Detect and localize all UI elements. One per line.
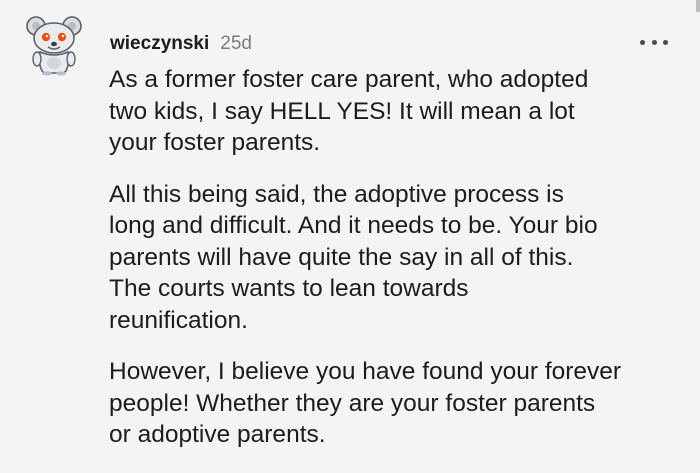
comment-paragraph: As a former foster care parent, who adop… <box>109 64 684 159</box>
more-dot <box>663 39 668 45</box>
snoo-avatar-icon[interactable] <box>22 12 86 76</box>
comment-line: or adoptive parents. <box>109 421 326 448</box>
comment-body: As a former foster care parent, who adop… <box>109 64 684 471</box>
comment-line: However, I believe you have found your f… <box>109 358 622 385</box>
comment: wieczynski 25d As a former foster care p… <box>0 0 700 473</box>
comment-line: your foster parents. <box>109 129 321 156</box>
comment-author[interactable]: wieczynski <box>110 33 209 55</box>
comment-line: long and difficult. And it needs to be. … <box>109 212 598 239</box>
comment-paragraph: All this being said, the adoptive proces… <box>109 179 684 337</box>
more-dot <box>640 39 645 45</box>
more-dot <box>651 39 657 45</box>
more-options-icon[interactable] <box>640 34 668 50</box>
comment-line: The courts wants to lean towards <box>109 275 469 302</box>
comment-line: As a former foster care parent, who adop… <box>109 66 589 93</box>
comment-line: people! Whether they are your foster par… <box>109 389 596 417</box>
comment-line: parents will have quite the say in all o… <box>109 243 574 271</box>
comment-paragraph: However, I believe you have found your f… <box>109 356 684 451</box>
comment-timestamp: 25d <box>220 33 252 54</box>
scrollbar-thumb[interactable] <box>696 0 700 12</box>
comment-line: reunification. <box>109 306 248 334</box>
comment-header: wieczynski 25d <box>110 31 252 57</box>
comment-line: two kids, I say HELL YES! It will mean a… <box>109 97 575 125</box>
comment-line: All this being said, the adoptive proces… <box>109 180 564 208</box>
